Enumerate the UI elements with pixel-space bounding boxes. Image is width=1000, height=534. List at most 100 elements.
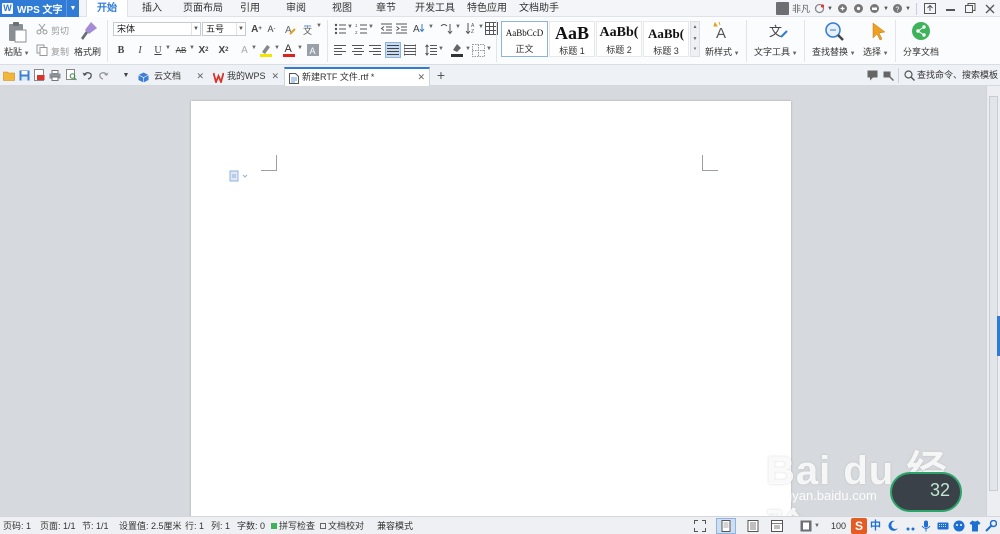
app-menu-button[interactable]: W WPS 文字 ▼ (0, 0, 79, 17)
chevron-down-icon[interactable]: ▼ (882, 0, 890, 17)
page-view-icon[interactable] (716, 518, 736, 534)
print-icon[interactable] (49, 69, 61, 81)
bullet-list-icon[interactable] (334, 22, 347, 35)
ime-voice-icon[interactable] (920, 520, 932, 532)
open-folder-icon[interactable] (3, 69, 15, 81)
subscript-icon[interactable]: X2 (217, 43, 230, 57)
paste-options-icon[interactable] (229, 170, 249, 182)
numbered-list-icon[interactable]: 12 (355, 22, 368, 35)
chevron-down-icon[interactable]: ▼ (478, 24, 484, 30)
align-left-icon[interactable] (334, 44, 346, 56)
document-page[interactable] (191, 101, 791, 531)
clear-format-icon[interactable]: A (283, 22, 296, 36)
status-page-count[interactable]: 页面: 1/1 (40, 517, 76, 534)
document-canvas[interactable] (0, 86, 986, 531)
tab-page-layout[interactable]: 页面布局 (180, 0, 226, 17)
style-heading-3[interactable]: AaBb( 标题 3 (643, 21, 689, 57)
status-setting-value[interactable]: 设置值: 2.5厘米 (119, 517, 182, 534)
comment-icon[interactable] (866, 69, 878, 81)
copy-button[interactable]: 复制 (51, 45, 69, 58)
undo-icon[interactable] (81, 69, 93, 81)
new-style-icon[interactable]: A (711, 20, 733, 42)
style-normal[interactable]: AaBbCcD 正文 (501, 21, 548, 57)
shrink-font-icon[interactable]: A- (265, 22, 278, 36)
command-search-input[interactable]: 查找命令、搜索模板 (917, 66, 998, 85)
font-color-icon[interactable]: A (282, 42, 296, 57)
close-icon[interactable] (980, 0, 1000, 17)
ime-skin-icon[interactable] (953, 520, 965, 532)
line-spacing-icon[interactable] (425, 44, 437, 56)
chevron-down-icon[interactable]: ▼ (904, 0, 912, 17)
copy-icon[interactable] (36, 44, 48, 56)
share-icon[interactable] (910, 20, 932, 42)
sync-icon[interactable] (812, 0, 826, 17)
tab-developer[interactable]: 开发工具 (413, 0, 457, 17)
settings-icon[interactable] (850, 0, 866, 17)
tab-chapter[interactable]: 章节 (372, 0, 400, 17)
show-marks-icon[interactable] (439, 21, 453, 35)
text-tools-button[interactable]: 文字工具 ▼ (754, 45, 798, 58)
tab-review[interactable]: 审阅 (282, 0, 310, 17)
tab-my-wps[interactable]: 我的WPS ✕ (209, 67, 283, 86)
tab-current-document[interactable]: 新建RTF 文件.rtf * ✕ (284, 67, 430, 86)
borders-icon[interactable] (472, 44, 485, 57)
new-tab-plus-icon[interactable]: + (434, 67, 448, 83)
sogou-ime-icon[interactable]: S (851, 518, 867, 534)
find-replace-button[interactable]: 查找替换 ▼ (812, 45, 856, 58)
phonetic-guide-icon[interactable]: 文 wen (301, 22, 314, 36)
chevron-down-icon[interactable]: ▼ (191, 23, 200, 35)
cloud-icon[interactable] (866, 0, 882, 17)
distributed-icon[interactable] (403, 44, 417, 56)
format-painter-icon[interactable] (77, 20, 99, 42)
style-heading-2[interactable]: AaBb( 标题 2 (596, 21, 642, 57)
proofread-toggle[interactable]: 文档校对 (320, 517, 364, 534)
status-row[interactable]: 行: 1 (185, 517, 204, 534)
chevron-down-icon[interactable]: ▼ (486, 46, 492, 52)
chevron-down-icon[interactable]: ▼ (428, 24, 434, 30)
grow-font-icon[interactable]: A + (250, 22, 263, 36)
align-center-icon[interactable] (352, 44, 364, 56)
close-icon[interactable]: ✕ (196, 67, 204, 86)
format-painter-button[interactable]: 格式刷 (74, 45, 101, 58)
text-effect-icon[interactable]: A (238, 43, 251, 57)
cut-button[interactable]: 剪切 (51, 24, 69, 37)
skin-icon[interactable] (834, 0, 850, 17)
chevron-down-icon[interactable]: ▼ (120, 69, 132, 81)
tab-home[interactable]: 开始 (86, 0, 128, 17)
search-icon[interactable] (903, 69, 915, 81)
chevron-down-icon[interactable]: ▼ (826, 0, 834, 17)
ime-punctuation-icon[interactable] (904, 520, 916, 532)
tab-special-apps[interactable]: 特色应用 (465, 0, 509, 17)
chevron-down-icon[interactable]: ▼ (274, 45, 280, 51)
chevron-down-icon[interactable]: ▼ (297, 45, 303, 51)
chevron-down-icon[interactable]: ▼ (251, 45, 257, 51)
share-button[interactable]: 分享文档 (903, 45, 939, 58)
paste-icon[interactable] (6, 21, 28, 43)
avatar[interactable] (774, 0, 790, 17)
tab-doc-assistant[interactable]: 文档助手 (517, 0, 561, 17)
find-replace-icon[interactable] (823, 20, 845, 42)
bold-icon[interactable]: B (115, 43, 127, 57)
font-name-select[interactable]: 宋体 ▼ (113, 22, 201, 36)
spell-check-toggle[interactable]: 拼写检查 (271, 517, 315, 534)
chinese-layout-icon[interactable]: A (413, 21, 427, 35)
ime-tools-icon[interactable] (985, 519, 998, 532)
redo-icon[interactable] (97, 69, 109, 81)
select-cursor-icon[interactable] (868, 20, 890, 42)
status-page-number[interactable]: 页码: 1 (3, 517, 31, 534)
chevron-down-icon[interactable]: ▼ (347, 24, 353, 30)
scrollbar-thumb[interactable] (989, 96, 998, 491)
focus-mode-icon[interactable] (694, 520, 706, 532)
chevron-down-icon[interactable]: ▼ (66, 0, 79, 17)
increase-indent-icon[interactable] (395, 22, 408, 35)
chevron-down-icon[interactable]: ▼ (438, 46, 444, 52)
font-size-select[interactable]: 五号 ▼ (202, 22, 246, 36)
chevron-down-icon[interactable]: ▼ (368, 24, 374, 30)
vertical-scrollbar[interactable] (986, 86, 1000, 516)
tab-references[interactable]: 引用 (236, 0, 264, 17)
restore-ribbon-icon[interactable] (920, 0, 940, 17)
user-name[interactable]: 非凡 (790, 0, 812, 17)
status-word-count[interactable]: 字数: 0 (237, 517, 265, 534)
align-right-icon[interactable] (369, 44, 381, 56)
chevron-down-icon[interactable]: ▼ (236, 23, 245, 35)
